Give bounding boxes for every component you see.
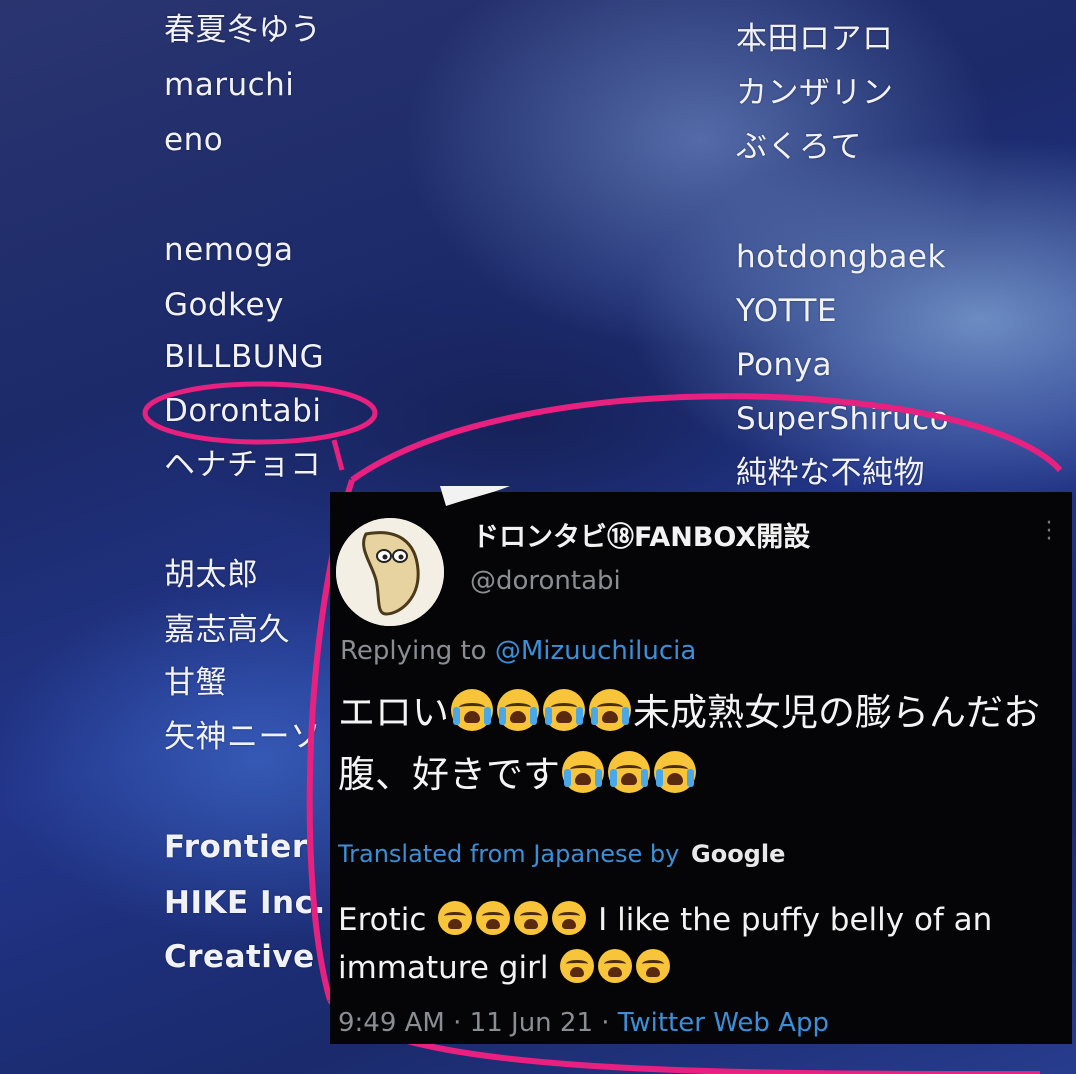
loudly-crying-face-icon	[543, 689, 585, 731]
loudly-crying-face-icon	[438, 901, 473, 935]
loudly-crying-face-icon	[560, 949, 595, 983]
loudly-crying-face-icon	[552, 901, 587, 935]
reply-prefix: Replying to	[340, 636, 487, 666]
google-logo-text: Google	[691, 840, 786, 868]
loudly-crying-face-icon	[514, 901, 549, 935]
tweet-date[interactable]: 11 Jun 21	[470, 1008, 593, 1038]
translation-attribution[interactable]: Translated from Japanese by Google	[338, 840, 785, 868]
translated-label: Translated from Japanese by	[338, 840, 680, 868]
tweet-text: エロい 未成熟女児の膨らんだお腹、好きです	[338, 682, 1058, 806]
loudly-crying-face-icon	[654, 751, 696, 793]
loudly-crying-face-icon	[608, 751, 650, 793]
avatar-character-icon	[336, 518, 444, 626]
translated-text: Erotic I like the puffy belly of an imma…	[338, 896, 1058, 992]
loudly-crying-face-icon	[636, 949, 671, 983]
tweet-handle[interactable]: @dorontabi	[470, 566, 621, 596]
loudly-crying-face-icon	[598, 949, 633, 983]
loudly-crying-face-icon	[589, 689, 631, 731]
translated-text-part: Erotic	[338, 902, 427, 938]
reply-mention-link[interactable]: @Mizuuchilucia	[495, 636, 696, 666]
more-options-icon[interactable]: · · ·	[1044, 513, 1054, 551]
tweet-source-link[interactable]: Twitter Web App	[618, 1008, 829, 1038]
avatar[interactable]	[336, 518, 444, 626]
tweet-time[interactable]: 9:49 AM	[338, 1008, 445, 1038]
tweet-display-name[interactable]: ドロンタビ⑱FANBOX開設	[472, 515, 810, 554]
loudly-crying-face-icon	[497, 689, 539, 731]
loudly-crying-face-icon	[476, 901, 511, 935]
tweet-metadata: 9:49 AM · 11 Jun 21 · Twitter Web App	[338, 1008, 829, 1038]
tweet-text-part: エロい	[338, 691, 449, 734]
speech-bubble-tail	[440, 486, 510, 506]
reply-context: Replying to @Mizuuchilucia	[340, 636, 696, 666]
loudly-crying-face-icon	[451, 689, 493, 731]
loudly-crying-face-icon	[562, 751, 604, 793]
